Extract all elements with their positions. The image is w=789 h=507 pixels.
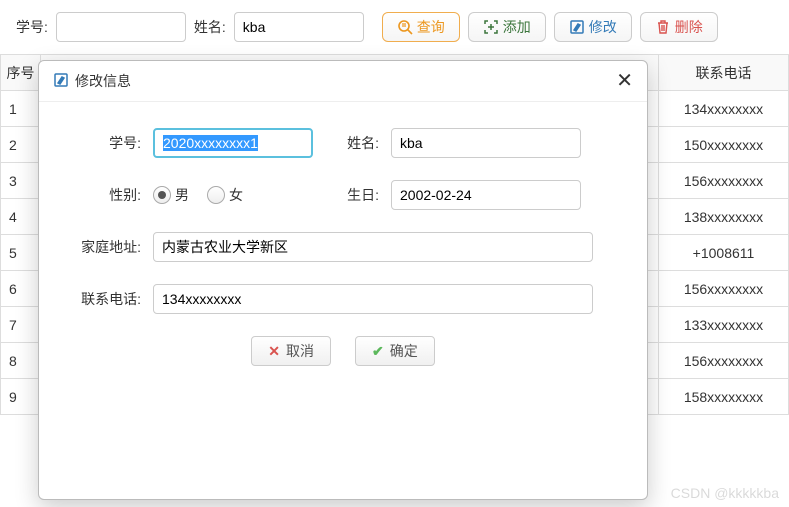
- cell-phone: 156xxxxxxxx: [659, 271, 789, 307]
- dlg-name-label: 姓名:: [341, 133, 391, 153]
- edit-button[interactable]: 修改: [554, 12, 632, 42]
- cell-phone: 138xxxxxxxx: [659, 199, 789, 235]
- search-icon: [397, 19, 413, 35]
- id-label: 学号:: [16, 17, 48, 37]
- cell-seq: 1: [1, 91, 41, 127]
- cancel-label: 取消: [286, 341, 314, 361]
- query-button[interactable]: 查询: [382, 12, 460, 42]
- cell-phone: 158xxxxxxxx: [659, 379, 789, 415]
- dlg-addr-label: 家庭地址:: [73, 237, 153, 257]
- edit-icon: [53, 72, 69, 91]
- dlg-phone-label: 联系电话:: [73, 289, 153, 309]
- col-seq-header[interactable]: 序号: [1, 55, 41, 91]
- edit-label: 修改: [589, 17, 617, 37]
- dlg-birth-input[interactable]: [391, 180, 581, 210]
- radio-icon: [153, 186, 171, 204]
- cell-seq: 8: [1, 343, 41, 379]
- cell-phone: 156xxxxxxxx: [659, 163, 789, 199]
- cell-seq: 2: [1, 127, 41, 163]
- check-icon: ✔: [372, 343, 384, 360]
- add-label: 添加: [503, 17, 531, 37]
- radio-male-label: 男: [175, 185, 189, 205]
- dlg-gender-label: 性别:: [73, 185, 153, 205]
- cell-phone: 134xxxxxxxx: [659, 91, 789, 127]
- x-icon: ✕: [268, 343, 280, 360]
- watermark: CSDN @kkkkkba: [671, 485, 779, 501]
- dlg-phone-input[interactable]: [153, 284, 593, 314]
- edit-dialog: 修改信息 ✕ 学号: 姓名: 性别: 男 女 生日:: [38, 60, 648, 500]
- scan-add-icon: [483, 19, 499, 35]
- dlg-id-label: 学号:: [73, 133, 153, 153]
- name-input[interactable]: [234, 12, 364, 42]
- cell-seq: 7: [1, 307, 41, 343]
- delete-button[interactable]: 删除: [640, 12, 718, 42]
- cell-phone: 150xxxxxxxx: [659, 127, 789, 163]
- ok-label: 确定: [390, 341, 418, 361]
- dialog-titlebar: 修改信息 ✕: [39, 61, 647, 102]
- name-label: 姓名:: [194, 17, 226, 37]
- toolbar: 学号: 姓名: 查询 添加 修改 删除: [0, 0, 789, 54]
- edit-icon: [569, 19, 585, 35]
- close-icon[interactable]: ✕: [616, 71, 633, 91]
- id-input[interactable]: [56, 12, 186, 42]
- add-button[interactable]: 添加: [468, 12, 546, 42]
- cell-phone: 133xxxxxxxx: [659, 307, 789, 343]
- cell-phone: 156xxxxxxxx: [659, 343, 789, 379]
- col-phone-header[interactable]: 联系电话: [659, 55, 789, 91]
- dialog-title: 修改信息: [75, 71, 131, 91]
- radio-male[interactable]: 男: [153, 185, 189, 205]
- ok-button[interactable]: ✔ 确定: [355, 336, 435, 366]
- delete-label: 删除: [675, 17, 703, 37]
- cell-seq: 9: [1, 379, 41, 415]
- cell-seq: 6: [1, 271, 41, 307]
- cell-seq: 5: [1, 235, 41, 271]
- radio-icon: [207, 186, 225, 204]
- cell-phone: +1008611: [659, 235, 789, 271]
- trash-icon: [655, 19, 671, 35]
- dlg-birth-label: 生日:: [341, 185, 391, 205]
- radio-female-label: 女: [229, 185, 243, 205]
- radio-female[interactable]: 女: [207, 185, 243, 205]
- query-label: 查询: [417, 17, 445, 37]
- cell-seq: 4: [1, 199, 41, 235]
- dlg-addr-input[interactable]: [153, 232, 593, 262]
- cell-seq: 3: [1, 163, 41, 199]
- dlg-id-input[interactable]: [153, 128, 313, 158]
- dlg-name-input[interactable]: [391, 128, 581, 158]
- cancel-button[interactable]: ✕ 取消: [251, 336, 331, 366]
